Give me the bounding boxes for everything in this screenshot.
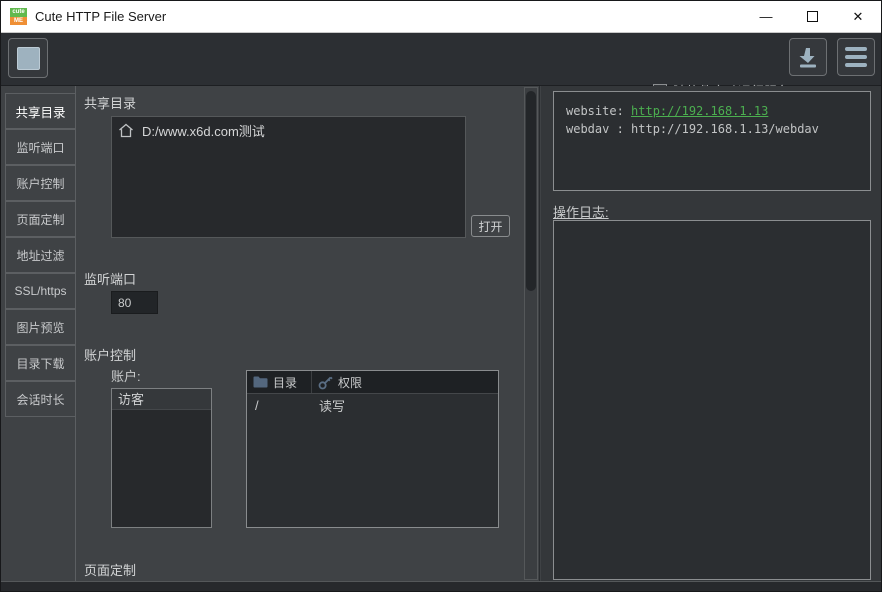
shared-dir-heading: 共享目录 xyxy=(84,93,136,112)
close-icon: ✕ xyxy=(853,9,864,25)
col-header-directory-label: 目录 xyxy=(273,374,297,391)
content-area: 共享目录 监听端口 账户控制 页面定制 地址过滤 SSL/https 图片预览 … xyxy=(1,86,881,592)
app-icon-top-text: cute xyxy=(10,8,27,17)
download-button[interactable] xyxy=(789,38,827,76)
server-info-box: website: http://192.168.1.13 webdav : ht… xyxy=(553,91,871,191)
sidebar-tab-session-time[interactable]: 会话时长 xyxy=(5,381,76,417)
stop-icon xyxy=(17,47,40,70)
toolbar: 随软件启动运行服务 xyxy=(1,33,881,86)
accounts-heading: 账户控制 xyxy=(84,345,136,364)
account-label: 账户: xyxy=(111,366,141,385)
website-label: website: xyxy=(566,104,631,118)
website-link[interactable]: http://192.168.1.13 xyxy=(631,104,768,118)
sidebar-tab-accounts[interactable]: 账户控制 xyxy=(5,165,76,201)
app-window: cute ME Cute HTTP File Server — ✕ 随软件启动运… xyxy=(0,0,882,592)
download-icon xyxy=(796,45,820,69)
col-header-permission-label: 权限 xyxy=(338,374,362,391)
port-heading: 监听端口 xyxy=(84,269,136,288)
window-title: Cute HTTP File Server xyxy=(35,9,166,24)
app-icon-bottom-text: ME xyxy=(10,17,27,25)
maximize-icon xyxy=(807,11,818,22)
port-input[interactable] xyxy=(111,291,158,314)
window-bottom-strip xyxy=(1,581,881,592)
key-icon xyxy=(318,375,333,390)
main-scrollbar[interactable] xyxy=(524,87,538,580)
window-controls: — ✕ xyxy=(743,1,881,32)
minimize-icon: — xyxy=(760,9,773,24)
shared-dir-list[interactable]: D:/www.x6d.com测试 xyxy=(111,116,466,238)
app-icon: cute ME xyxy=(10,8,27,25)
account-list[interactable]: 访客 xyxy=(111,388,212,528)
col-header-permission[interactable]: 权限 xyxy=(312,371,368,393)
main-scrollbar-thumb[interactable] xyxy=(526,91,536,291)
sidebar-tab-ssl[interactable]: SSL/https xyxy=(5,273,76,309)
menu-button[interactable] xyxy=(837,38,875,76)
minimize-button[interactable]: — xyxy=(743,1,789,32)
website-line: website: http://192.168.1.13 xyxy=(566,102,858,120)
main-panel-edge xyxy=(539,86,540,581)
webdav-url: http://192.168.1.13/webdav xyxy=(631,122,819,136)
maximize-button[interactable] xyxy=(789,1,835,32)
folder-icon xyxy=(253,376,268,388)
permission-row-perm: 读写 xyxy=(312,396,352,415)
permission-row-dir: / xyxy=(247,398,312,413)
shared-dir-path: D:/www.x6d.com测试 xyxy=(142,121,265,140)
close-button[interactable]: ✕ xyxy=(835,1,881,32)
log-label: 操作日志: xyxy=(553,202,609,221)
permissions-table-header: 目录 权限 xyxy=(247,371,498,394)
sidebar-tab-listen-port[interactable]: 监听端口 xyxy=(5,129,76,165)
page-custom-heading: 页面定制 xyxy=(84,560,136,579)
webdav-label: webdav : xyxy=(566,122,631,136)
permission-row[interactable]: / 读写 xyxy=(247,394,498,416)
shared-dir-item[interactable]: D:/www.x6d.com测试 xyxy=(112,117,465,144)
col-header-directory[interactable]: 目录 xyxy=(247,371,312,393)
permissions-table: 目录 权限 / 读写 xyxy=(246,370,499,528)
stop-server-button[interactable] xyxy=(8,38,48,78)
open-button[interactable]: 打开 xyxy=(471,215,510,237)
sidebar-tab-addr-filter[interactable]: 地址过滤 xyxy=(5,237,76,273)
account-list-item[interactable]: 访客 xyxy=(112,389,211,410)
sidebar-tab-shared-dir[interactable]: 共享目录 xyxy=(5,93,76,129)
home-icon xyxy=(118,123,134,138)
operation-log[interactable] xyxy=(553,220,871,580)
hamburger-menu-icon xyxy=(845,47,867,67)
titlebar: cute ME Cute HTTP File Server — ✕ xyxy=(1,1,881,33)
sidebar-tab-img-preview[interactable]: 图片预览 xyxy=(5,309,76,345)
sidebar-tab-page-custom[interactable]: 页面定制 xyxy=(5,201,76,237)
sidebar-tab-dir-download[interactable]: 目录下载 xyxy=(5,345,76,381)
webdav-line: webdav : http://192.168.1.13/webdav xyxy=(566,120,858,138)
